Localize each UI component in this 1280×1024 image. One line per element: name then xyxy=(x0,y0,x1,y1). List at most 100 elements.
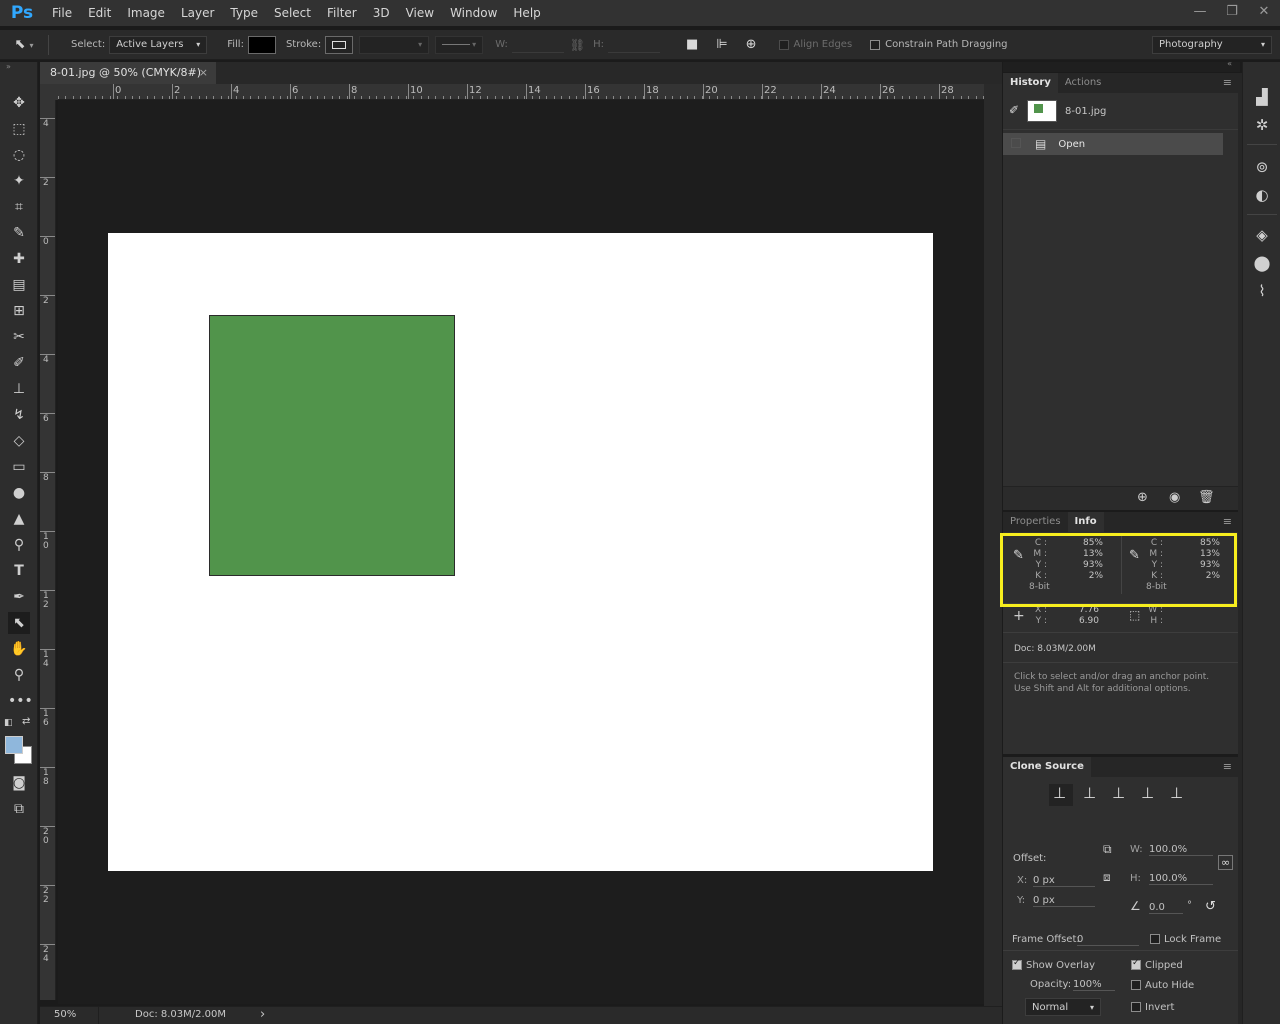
blur-tool-icon[interactable]: ● xyxy=(8,482,30,504)
link-icon[interactable]: ∞ xyxy=(1218,855,1234,870)
libraries-icon[interactable]: ⊚ xyxy=(1251,156,1273,178)
constrain-path-checkbox[interactable] xyxy=(870,39,881,50)
lasso-tool-icon[interactable]: ◌ xyxy=(8,144,30,166)
clone-source-2-icon[interactable]: ⊥ xyxy=(1083,784,1096,802)
menu-filter[interactable]: Filter xyxy=(319,0,365,26)
dodge-tool-icon[interactable]: ⚲ xyxy=(8,534,30,556)
gradient-tool-icon[interactable]: ▭ xyxy=(8,456,30,478)
panel-collapse-bar[interactable]: « xyxy=(1003,59,1240,72)
menu-type[interactable]: Type xyxy=(222,0,266,26)
opacity-input[interactable]: 100% xyxy=(1073,979,1115,991)
tab-actions[interactable]: Actions xyxy=(1058,73,1109,93)
flip-vertical-icon[interactable]: ⧈ xyxy=(1103,870,1111,885)
path-selection-preset-icon[interactable]: ⬉ ▾ xyxy=(0,37,48,52)
show-overlay-checkbox[interactable] xyxy=(1012,958,1022,970)
hand-tool-icon[interactable]: ✋ xyxy=(8,638,30,660)
stroke-type-dropdown[interactable]: ▾ xyxy=(435,35,484,54)
document-tab[interactable]: 8-01.jpg @ 50% (CMYK/8#) × xyxy=(40,62,216,84)
magic-wand-tool-icon[interactable]: ✦ xyxy=(8,170,30,192)
clone-h-input[interactable]: 100.0% xyxy=(1149,873,1213,885)
brush-tool-icon[interactable]: ✐ xyxy=(8,352,30,374)
clone-stamp-tool-icon[interactable]: ⊥ xyxy=(8,378,30,400)
menu-file[interactable]: File xyxy=(44,0,80,26)
width-input[interactable] xyxy=(511,37,564,53)
stroke-swatch[interactable] xyxy=(325,35,354,54)
collapse-arrows-icon[interactable]: « xyxy=(1227,59,1232,68)
restore-button[interactable]: ❐ xyxy=(1216,0,1248,26)
overlay-blend-mode-dropdown[interactable]: Normal ▾ xyxy=(1025,998,1101,1016)
default-colors-icon[interactable]: ◧ xyxy=(4,718,13,728)
marquee-tool-icon[interactable]: ⬚ xyxy=(8,118,30,140)
fill-swatch[interactable] xyxy=(247,35,276,54)
navigator-icon[interactable]: ✲ xyxy=(1251,114,1273,136)
menu-3d[interactable]: 3D xyxy=(365,0,398,26)
sharpen-tool-icon[interactable]: ▲ xyxy=(8,508,30,530)
adjustments-icon[interactable]: ◐ xyxy=(1251,184,1273,206)
foreground-color-swatch[interactable] xyxy=(5,736,23,754)
link-icon[interactable]: ⛓ xyxy=(570,38,585,52)
invert-checkbox[interactable] xyxy=(1131,1002,1141,1012)
menu-view[interactable]: View xyxy=(398,0,442,26)
reset-transform-icon[interactable]: ↺ xyxy=(1205,899,1216,914)
vertical-ruler[interactable]: 4 2 0 2 4 6 8 10 12 14 16 18 20 22 24 xyxy=(40,100,56,1000)
panel-menu-icon[interactable]: ≡ xyxy=(1223,515,1232,528)
swap-colors-icon[interactable]: ⇄ xyxy=(22,716,30,727)
histogram-icon[interactable]: ▟ xyxy=(1251,86,1273,108)
menu-window[interactable]: Window xyxy=(442,0,505,26)
workspace-dropdown[interactable]: Photography ▾ xyxy=(1152,35,1272,54)
document-canvas[interactable] xyxy=(108,233,933,871)
flip-horizontal-icon[interactable]: ⧉ xyxy=(1103,842,1112,857)
clone-w-input[interactable]: 100.0% xyxy=(1149,844,1213,856)
direct-selection-tool-icon[interactable]: ⬉ xyxy=(8,612,30,634)
layers-icon[interactable]: ◈ xyxy=(1251,224,1273,246)
align-edges-checkbox[interactable] xyxy=(778,39,789,50)
red-eye-tool-icon[interactable]: ✂ xyxy=(8,326,30,348)
clone-source-1-icon[interactable]: ⊥ xyxy=(1053,784,1066,802)
patch-tool-icon[interactable]: ▤ xyxy=(8,274,30,296)
zoom-level[interactable]: 50% xyxy=(54,1009,76,1020)
minimize-button[interactable]: — xyxy=(1184,0,1216,26)
history-brush-tool-icon[interactable]: ↯ xyxy=(8,404,30,426)
path-arrangement-icon[interactable]: ⊕ xyxy=(746,37,757,52)
channels-icon[interactable]: ⬤ xyxy=(1251,252,1273,274)
history-state-checkbox[interactable] xyxy=(1011,138,1021,148)
close-button[interactable]: ✕ xyxy=(1248,0,1280,26)
height-input[interactable] xyxy=(607,37,660,53)
history-step-open[interactable]: ▤ Open xyxy=(1003,133,1223,155)
path-operations-icon[interactable]: ■ xyxy=(686,37,698,52)
clipped-checkbox[interactable] xyxy=(1131,958,1141,970)
ruler-origin[interactable] xyxy=(40,84,58,100)
canvas-area[interactable] xyxy=(58,100,984,1004)
zoom-tool-icon[interactable]: ⚲ xyxy=(8,664,30,686)
menu-image[interactable]: Image xyxy=(119,0,173,26)
horizontal-ruler[interactable]: 0 2 4 6 8 10 12 14 16 18 20 22 24 26 28 xyxy=(58,84,984,100)
move-tool-icon[interactable]: ✥ xyxy=(8,92,30,114)
paths-icon[interactable]: ⌇ xyxy=(1251,280,1273,302)
eyedropper-tool-icon[interactable]: ✎ xyxy=(8,222,30,244)
tab-properties[interactable]: Properties xyxy=(1003,512,1068,532)
frame-offset-input[interactable]: 0 xyxy=(1077,934,1139,946)
path-alignment-icon[interactable]: ⊫ xyxy=(716,37,727,52)
history-snapshot[interactable]: ✐ 8-01.jpg xyxy=(1003,96,1238,126)
select-dropdown[interactable]: Active Layers ▾ xyxy=(109,35,208,54)
close-tab-icon[interactable]: × xyxy=(199,62,208,84)
quick-mask-icon[interactable]: ◙ xyxy=(8,772,30,794)
healing-brush-tool-icon[interactable]: ✚ xyxy=(8,248,30,270)
lock-frame-checkbox[interactable] xyxy=(1150,934,1160,944)
clone-source-4-icon[interactable]: ⊥ xyxy=(1141,784,1154,802)
collapse-arrows-icon[interactable]: » xyxy=(6,62,11,71)
menu-select[interactable]: Select xyxy=(266,0,319,26)
rotation-input[interactable]: 0.0 xyxy=(1149,902,1183,914)
panel-menu-icon[interactable]: ≡ xyxy=(1223,760,1232,773)
menu-layer[interactable]: Layer xyxy=(173,0,222,26)
menu-edit[interactable]: Edit xyxy=(80,0,119,26)
trash-icon[interactable]: 🗑 xyxy=(1198,490,1215,505)
history-brush-source-icon[interactable]: ✐ xyxy=(1009,103,1019,117)
more-tools-icon[interactable]: ••• xyxy=(8,690,33,712)
offset-y-input[interactable]: 0 px xyxy=(1033,895,1095,907)
menu-help[interactable]: Help xyxy=(505,0,548,26)
new-document-from-state-icon[interactable]: ⊕ xyxy=(1137,490,1148,505)
tab-clone-source[interactable]: Clone Source xyxy=(1003,757,1091,777)
crop-tool-icon[interactable]: ⌗ xyxy=(8,196,30,218)
offset-x-input[interactable]: 0 px xyxy=(1033,875,1095,887)
